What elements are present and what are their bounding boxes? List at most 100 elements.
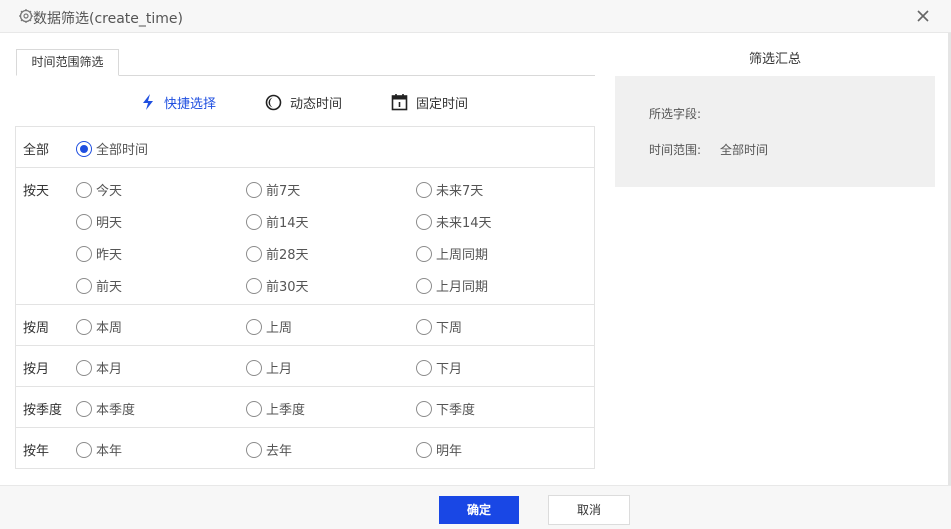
radio[interactable] [76,318,92,335]
confirm-button[interactable]: 确定 [439,496,519,524]
option-tomorrow[interactable]: 明天 [76,212,122,231]
close-icon[interactable] [914,7,932,25]
option-label: 前28天 [266,248,309,263]
option-day-before-yesterday[interactable]: 前天 [76,276,122,295]
radio[interactable] [416,277,432,294]
option-label: 上周 [266,321,293,336]
radio[interactable] [246,277,262,294]
option-label: 今天 [96,184,123,199]
option-label: 明年 [436,444,463,459]
option-next-year[interactable]: 明年 [416,440,462,459]
group-label: 按年 [23,444,50,459]
option-next-quarter[interactable]: 下季度 [416,399,475,418]
radio[interactable] [416,400,432,417]
option-same-period-last-month[interactable]: 上月同期 [416,276,488,295]
data-filter-dialog: 数据筛选(create_time) 时间范围筛选 快捷选择 动态时间 固定时间 [0,0,951,529]
option-last-30-days[interactable]: 前30天 [246,276,309,295]
option-label: 本季度 [96,403,136,418]
radio[interactable] [246,318,262,335]
group-by-day: 按天 今天 前7天 未来7天 明天 前14天 未来14天 昨天 前28天 上周同… [16,168,594,305]
radio[interactable] [246,181,262,198]
radio[interactable] [76,400,92,417]
option-label: 上季度 [266,403,306,418]
option-label: 下月 [436,362,463,377]
radio[interactable] [246,400,262,417]
radio[interactable] [416,441,432,458]
option-last-week[interactable]: 上周 [246,317,292,336]
radio[interactable] [246,359,262,376]
tab-time-range-filter[interactable]: 时间范围筛选 [16,49,119,76]
option-this-week[interactable]: 本周 [76,317,122,336]
mode-quick-select[interactable]: 快捷选择 [140,92,216,112]
moon-icon [265,94,282,110]
group-label: 按季度 [23,403,63,418]
radio[interactable] [76,245,92,262]
summary-panel: 所选字段: 时间范围: 全部时间 [615,76,935,187]
radio-selected[interactable] [76,140,92,157]
option-today[interactable]: 今天 [76,180,122,199]
group-label: 按月 [23,362,50,377]
option-label: 明天 [96,216,123,231]
option-label: 前天 [96,280,123,295]
option-label: 上周同期 [436,248,489,263]
radio[interactable] [246,213,262,230]
selected-field-label: 所选字段: [649,107,702,121]
option-last-quarter[interactable]: 上季度 [246,399,305,418]
mode-label: 固定时间 [416,96,469,112]
group-all: 全部 全部时间 [16,127,594,168]
option-label: 未来14天 [436,216,492,231]
mode-dynamic-time[interactable]: 动态时间 [265,92,342,112]
radio[interactable] [76,213,92,230]
radio[interactable] [76,359,92,376]
option-label: 昨天 [96,248,123,263]
option-this-month[interactable]: 本月 [76,358,122,377]
cancel-button[interactable]: 取消 [548,495,630,525]
option-last-28-days[interactable]: 前28天 [246,244,309,263]
time-range-label: 时间范围: [649,143,702,157]
option-label: 下周 [436,321,463,336]
dialog-title: 数据筛选(create_time) [33,11,183,27]
group-label: 按天 [23,184,50,199]
radio[interactable] [416,245,432,262]
group-label: 按周 [23,321,50,336]
option-yesterday[interactable]: 昨天 [76,244,122,263]
group-by-week: 按周 本周 上周 下周 [16,305,594,346]
option-all-time[interactable]: 全部时间 [76,139,148,158]
group-by-quarter: 按季度 本季度 上季度 下季度 [16,387,594,428]
option-label: 本年 [96,444,123,459]
mode-label: 快捷选择 [164,96,217,112]
radio[interactable] [76,181,92,198]
radio[interactable] [246,245,262,262]
option-label: 本周 [96,321,123,336]
group-label: 全部 [23,143,50,158]
calendar-icon [391,94,408,111]
option-last-14-days[interactable]: 前14天 [246,212,309,231]
option-next-14-days[interactable]: 未来14天 [416,212,492,231]
radio[interactable] [416,213,432,230]
mode-fixed-time[interactable]: 固定时间 [391,92,468,112]
radio[interactable] [416,359,432,376]
option-label: 前14天 [266,216,309,231]
option-last-month[interactable]: 上月 [246,358,292,377]
option-this-quarter[interactable]: 本季度 [76,399,135,418]
option-same-period-last-week[interactable]: 上周同期 [416,244,488,263]
option-label: 前7天 [266,184,301,199]
option-label: 下季度 [436,403,476,418]
dialog-titlebar: 数据筛选(create_time) [0,0,951,33]
mode-label: 动态时间 [290,96,343,112]
radio[interactable] [246,441,262,458]
option-label: 去年 [266,444,293,459]
radio[interactable] [76,277,92,294]
radio[interactable] [76,441,92,458]
option-this-year[interactable]: 本年 [76,440,122,459]
time-range-value: 全部时间 [720,143,769,157]
radio[interactable] [416,318,432,335]
option-next-week[interactable]: 下周 [416,317,462,336]
option-label: 上月 [266,362,293,377]
option-next-month[interactable]: 下月 [416,358,462,377]
radio[interactable] [416,181,432,198]
option-last-year[interactable]: 去年 [246,440,292,459]
group-by-month: 按月 本月 上月 下月 [16,346,594,387]
option-last-7-days[interactable]: 前7天 [246,180,300,199]
option-next-7-days[interactable]: 未来7天 [416,180,483,199]
